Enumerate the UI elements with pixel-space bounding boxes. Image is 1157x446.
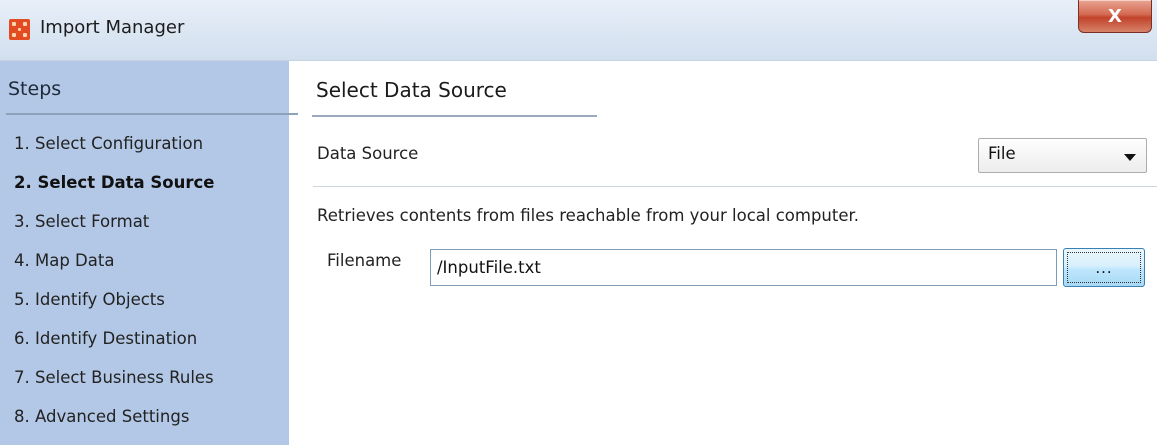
data-source-select[interactable]: File [978,138,1147,173]
filename-label: Filename [327,251,402,270]
title-bar: Import Manager X [0,0,1157,61]
page-title-divider [312,115,597,117]
steps-header-divider [6,113,298,115]
import-manager-icon [9,19,30,40]
browse-button[interactable]: ... [1063,248,1145,287]
filename-input[interactable] [430,249,1057,286]
step-identify-objects[interactable]: 5. Identify Objects [14,290,215,329]
data-source-label: Data Source [317,144,419,163]
browse-button-label: ... [1067,252,1141,283]
window-title: Import Manager [40,17,185,38]
close-button[interactable]: X [1078,0,1152,33]
data-source-description: Retrieves contents from files reachable … [317,206,860,225]
steps-sidebar: Steps 1. Select Configuration 2. Select … [0,61,298,446]
steps-list: 1. Select Configuration 2. Select Data S… [14,134,215,446]
step-map-data[interactable]: 4. Map Data [14,251,215,290]
step-identify-destination[interactable]: 6. Identify Destination [14,329,215,368]
step-select-business-rules[interactable]: 7. Select Business Rules [14,368,215,407]
data-source-selected-value: File [988,144,1016,163]
section-divider [313,186,1157,187]
steps-header: Steps [8,78,62,100]
step-select-format[interactable]: 3. Select Format [14,212,215,251]
page-title: Select Data Source [316,78,507,102]
step-advanced-settings[interactable]: 8. Advanced Settings [14,407,215,446]
close-icon: X [1108,5,1122,27]
chevron-down-icon [1124,154,1136,161]
step-select-configuration[interactable]: 1. Select Configuration [14,134,215,173]
step-select-data-source[interactable]: 2. Select Data Source [14,173,215,212]
